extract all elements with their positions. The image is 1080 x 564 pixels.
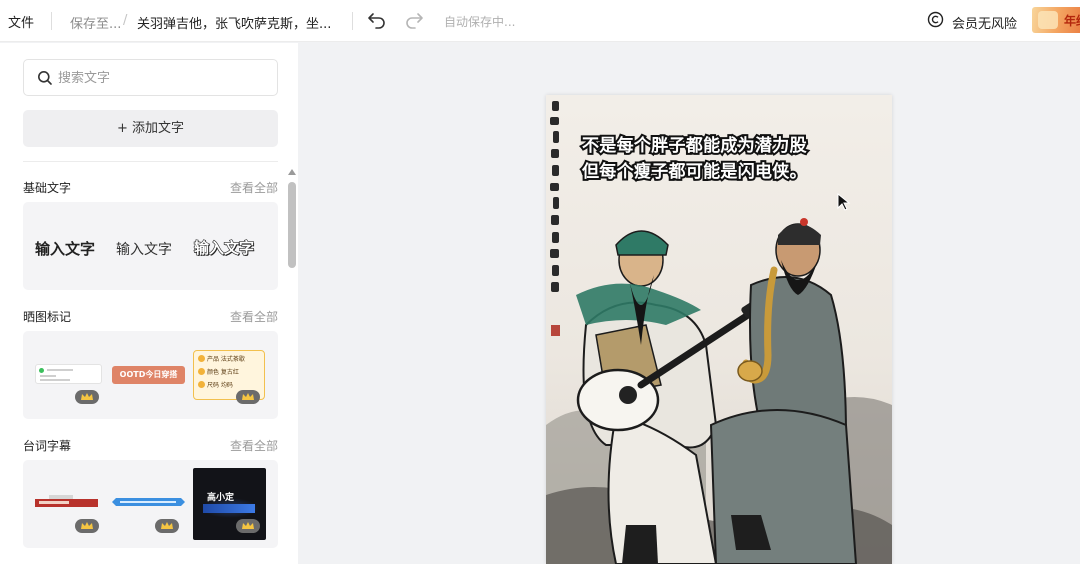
section-title-subtitles: 台词字幕 [23, 439, 72, 453]
checklist-row: 产品 法式茶歇 [198, 354, 260, 366]
chat-dot [39, 368, 44, 373]
text-style-outline[interactable]: 输入文字 [193, 237, 254, 258]
copyright-icon[interactable] [927, 11, 944, 28]
redo-icon[interactable] [403, 9, 425, 31]
premium-crown-icon [236, 390, 260, 404]
text-style-bold[interactable]: 输入文字 [35, 238, 95, 259]
text-panel: + 添加文字 基础文字 查看全部 输入文字 输入文字 输入文字 晒图标记 查看全… [0, 43, 298, 564]
promo-banner-text: 年终 [1064, 14, 1080, 28]
marker-chat-card[interactable] [35, 364, 102, 384]
file-menu[interactable]: 文件 [8, 12, 34, 31]
toolbar-divider [352, 12, 353, 30]
basic-text-card: 输入文字 输入文字 输入文字 [23, 202, 278, 290]
premium-crown-icon [155, 519, 179, 533]
add-text-button[interactable]: + 添加文字 [23, 110, 278, 147]
premium-crown-icon [75, 390, 99, 404]
document-title[interactable]: 关羽弹吉他，张飞吹萨克斯，坐... [137, 13, 331, 32]
search-icon [37, 70, 53, 86]
subtitle-dark-text: 高小定 [207, 493, 235, 503]
text-style-regular[interactable]: 输入文字 [116, 239, 172, 259]
path-separator: / [123, 13, 128, 28]
chat-line [40, 379, 70, 381]
search-box[interactable] [23, 59, 278, 96]
undo-icon[interactable] [366, 9, 388, 31]
member-no-risk-link[interactable]: 会员无风险 [952, 13, 1017, 32]
section-title-photo-markers: 晒图标记 [23, 310, 72, 324]
view-all-subtitles[interactable]: 查看全部 [230, 437, 278, 454]
subtitle-blue-thumb[interactable] [112, 495, 185, 509]
checklist-row-text: 颜色 复古红 [207, 369, 239, 376]
checklist-row-text: 尺码 均码 [207, 382, 233, 389]
promo-banner[interactable]: 年终 [1032, 7, 1080, 33]
premium-crown-icon [236, 519, 260, 533]
marker-ootd-banner[interactable]: OOTD今日穿搭 [112, 366, 185, 384]
premium-crown-icon [75, 519, 99, 533]
caption-line-1[interactable]: 不是每个胖子都能成为潜力股 [580, 131, 882, 158]
artboard[interactable]: 不是每个胖子都能成为潜力股 但每个瘦子都可能是闪电侠。 [546, 95, 892, 564]
photo-markers-card: OOTD今日穿搭 产品 法式茶歇 颜色 复古红 尺码 均码 [23, 331, 278, 419]
section-title-basic-text: 基础文字 [23, 181, 72, 195]
subtitles-card: 高小定 [23, 460, 278, 548]
checklist-row-text: 产品 法式茶歇 [207, 356, 245, 363]
mouse-cursor-icon [837, 193, 851, 211]
subtitle-red-thumb[interactable] [35, 495, 98, 509]
gift-icon [1038, 11, 1058, 29]
chat-line [47, 369, 73, 371]
scrollbar-thumb[interactable] [288, 182, 296, 268]
toolbar-divider [51, 12, 52, 30]
section-divider [23, 161, 278, 162]
chat-line [40, 375, 56, 377]
top-toolbar: 文件 保存至... / 关羽弹吉他，张飞吹萨克斯，坐... 自动保存中... 会… [0, 0, 1080, 42]
autosave-status: 自动保存中... [444, 15, 516, 29]
caption-line-2[interactable]: 但每个瘦子都可能是闪电侠。 [580, 157, 882, 184]
search-input[interactable] [58, 68, 258, 88]
view-all-photo-markers[interactable]: 查看全部 [230, 308, 278, 325]
save-to-button[interactable]: 保存至... [70, 13, 121, 32]
subtitle-dark-bar [203, 504, 255, 513]
scroll-up-arrow-icon[interactable] [288, 169, 296, 175]
checklist-row: 颜色 复古红 [198, 367, 260, 379]
view-all-basic-text[interactable]: 查看全部 [230, 179, 278, 196]
